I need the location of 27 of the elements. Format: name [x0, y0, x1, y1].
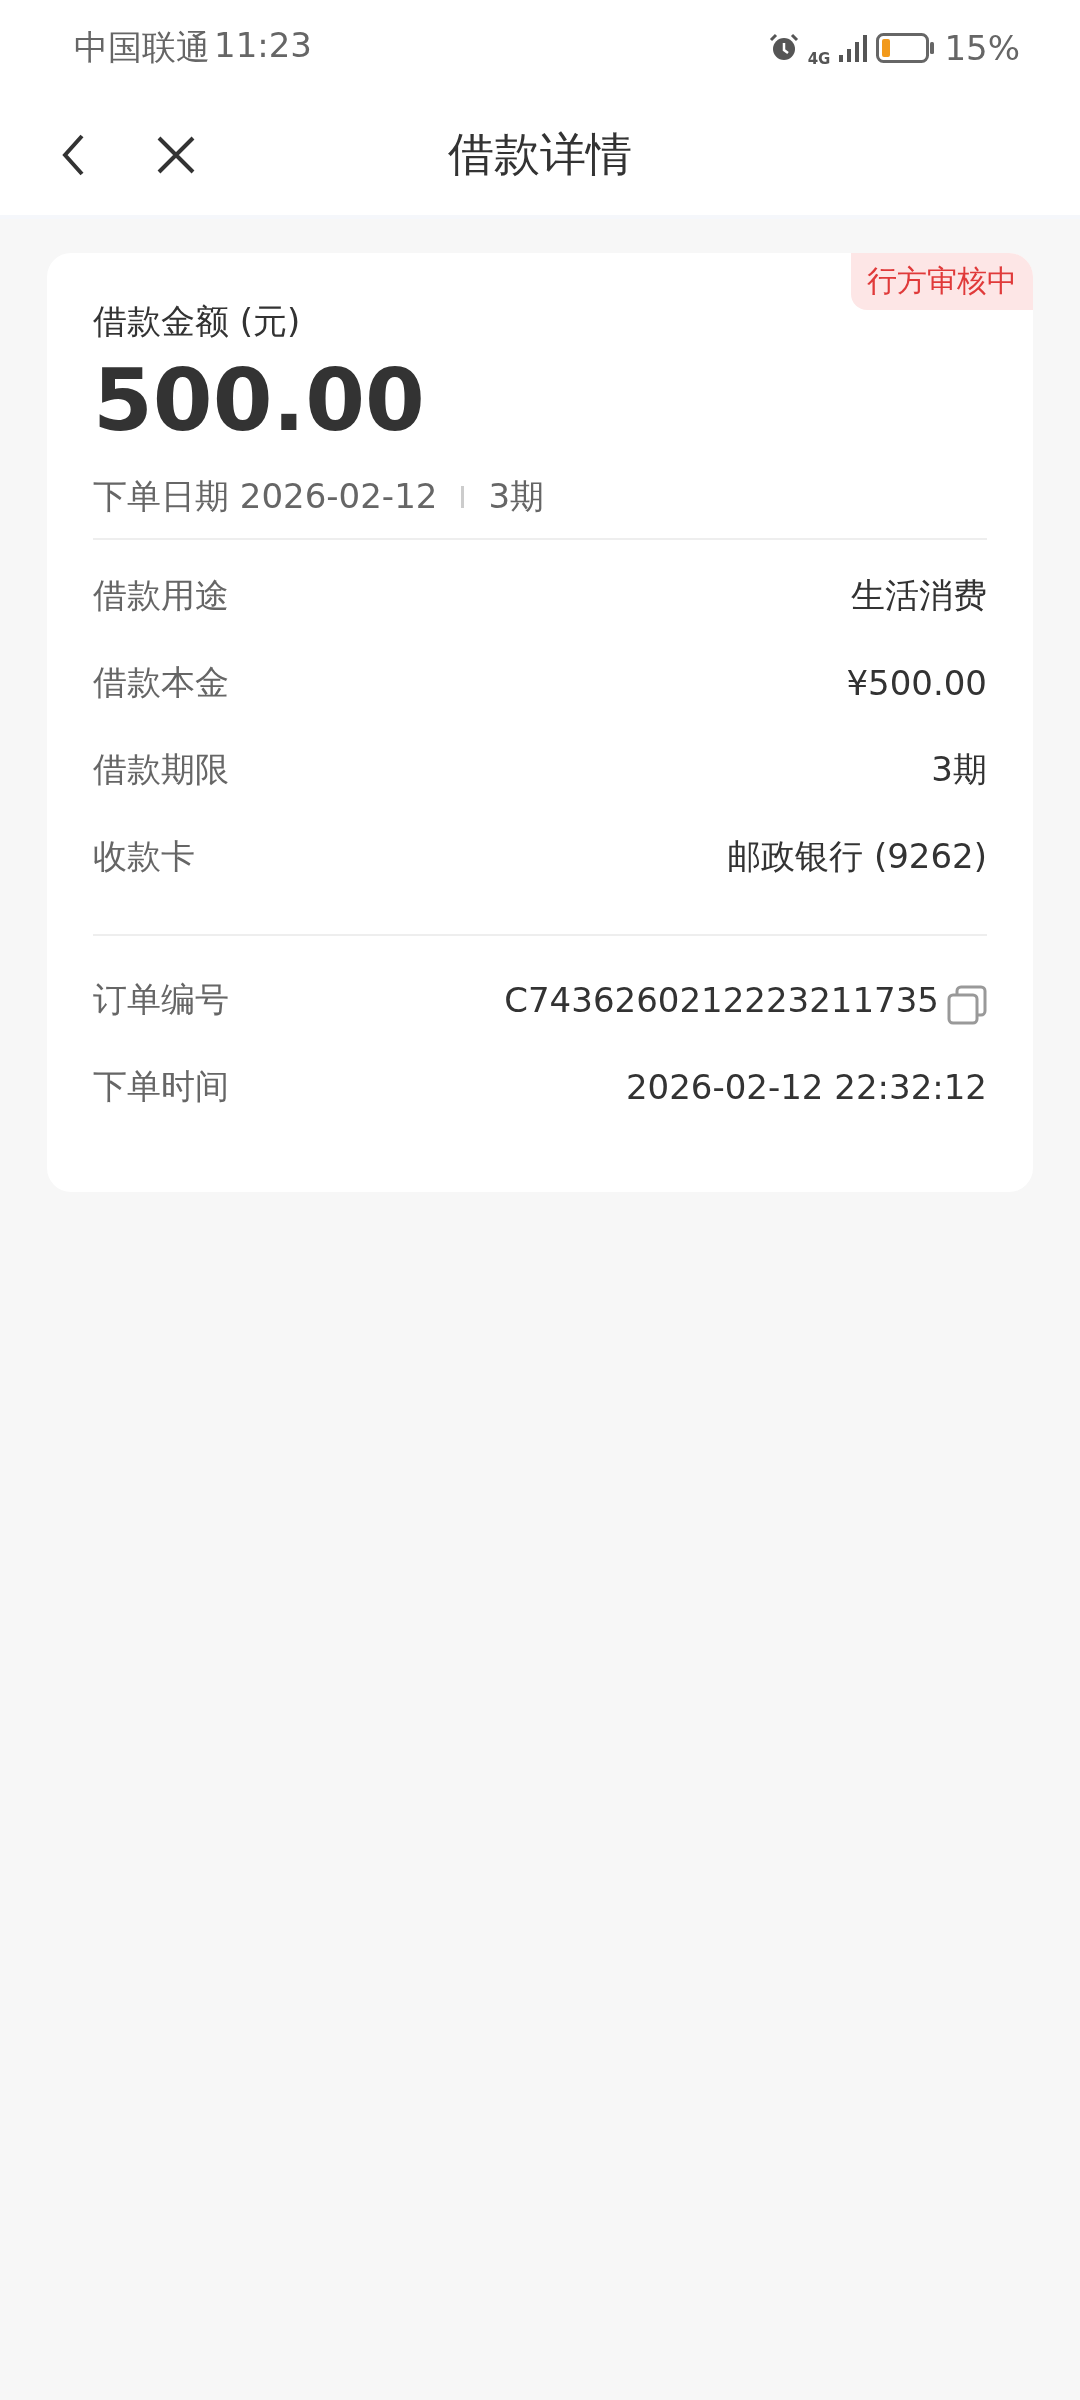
detail-label: 借款本金: [93, 660, 229, 704]
clock-time: 11:23: [214, 24, 312, 67]
detail-value: 2026-02-12 22:32:12: [625, 1066, 987, 1107]
detail-label: 借款期限: [93, 747, 229, 791]
detail-value: C7436260212223211735: [504, 979, 939, 1020]
detail-label: 订单编号: [93, 977, 229, 1021]
close-icon[interactable]: [156, 135, 196, 175]
detail-label: 借款用途: [93, 573, 229, 617]
back-icon[interactable]: [62, 133, 86, 177]
status-badge: 行方审核中: [851, 253, 1033, 310]
copy-icon[interactable]: [947, 984, 987, 1025]
detail-value: 生活消费: [851, 573, 987, 617]
detail-value: 3期: [931, 747, 987, 791]
carrier-name: 中国联通: [74, 25, 210, 69]
detail-label: 下单时间: [93, 1064, 229, 1108]
order-date: 下单日期 2026-02-12: [93, 475, 438, 519]
battery-icon: [876, 32, 937, 63]
page-title: 借款详情: [448, 126, 632, 183]
signal-icon: [838, 32, 869, 63]
detail-value: ¥500.00: [846, 662, 987, 703]
network-label: 4G: [807, 49, 831, 68]
amount-label: 借款金额 (元): [93, 300, 302, 343]
battery-percent: 15%: [944, 27, 1020, 68]
loan-amount: 500.00: [93, 349, 426, 452]
term-label: 3期: [488, 475, 545, 519]
detail-label: 收款卡: [93, 834, 195, 878]
detail-value: 邮政银行 (9262): [727, 834, 987, 878]
